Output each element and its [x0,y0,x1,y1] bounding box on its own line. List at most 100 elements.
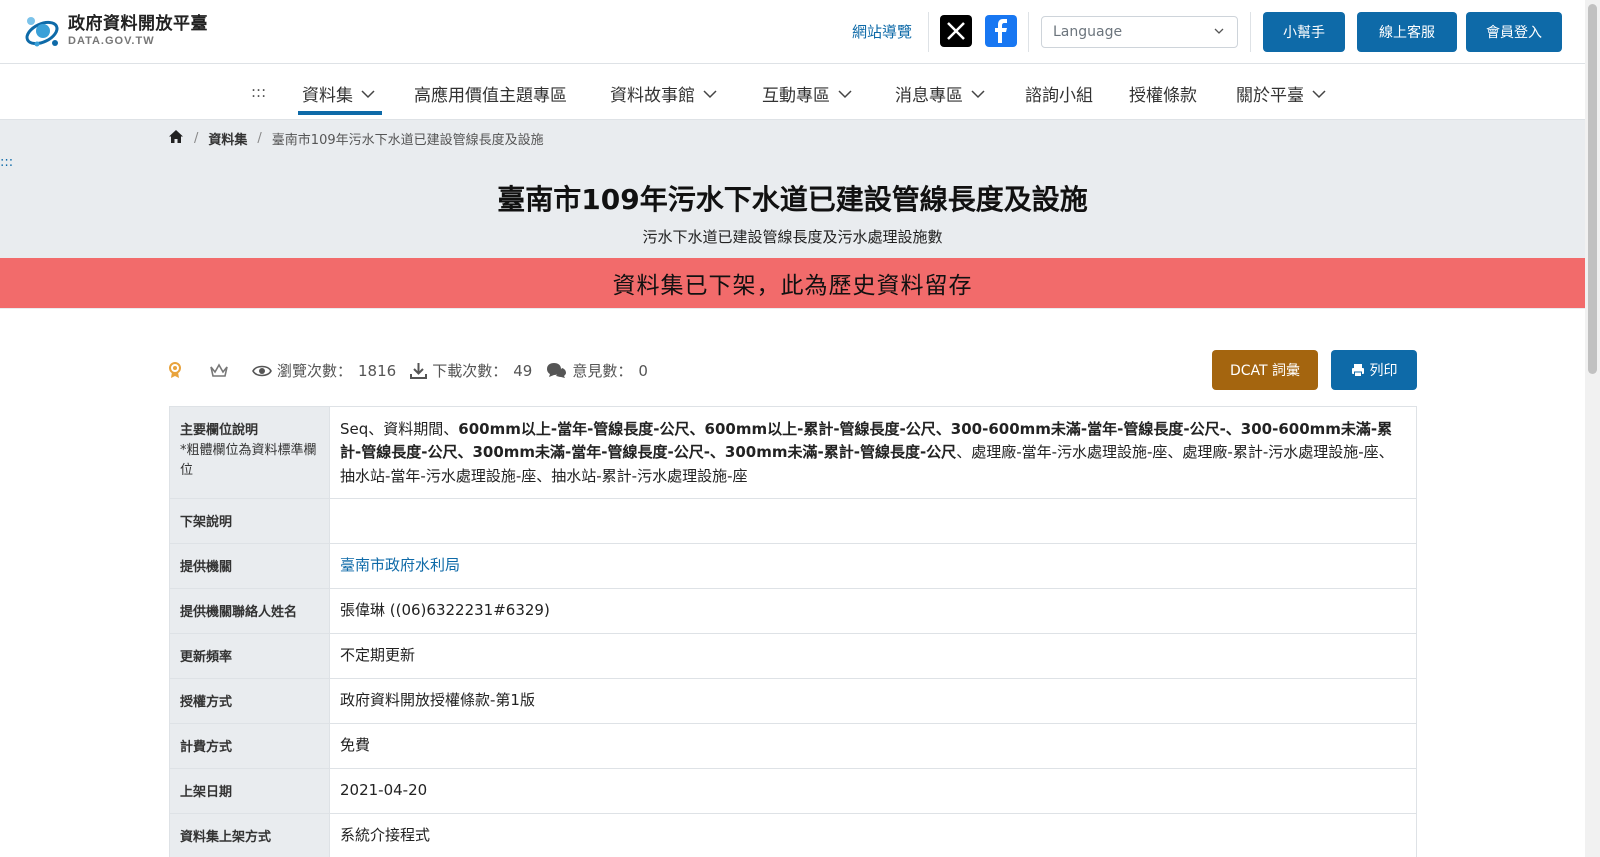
download-icon [410,363,428,379]
nav-item-interactive[interactable]: 互動專區 [762,81,852,106]
field-value: 不定期更新 [329,632,1417,679]
crown-icon [209,363,234,378]
nav-active-indicator [298,111,382,115]
x-twitter-icon[interactable] [940,15,972,47]
field-label-note: *粗體欄位為資料標準欄位 [180,443,317,478]
table-row: 提供機關 臺南市政府水利局 [169,542,1417,589]
field-value: 政府資料開放授權條款-第1版 [329,677,1417,724]
field-label: 提供機關聯絡人姓名 [169,587,330,634]
field-value: 臺南市政府水利局 [329,542,1417,589]
field-label: 下架說明 [169,497,330,544]
chevron-down-icon [703,89,717,98]
field-label: 提供機關 [169,542,330,589]
provider-agency-link[interactable]: 臺南市政府水利局 [340,556,460,574]
page-subtitle: 污水下水道已建設管線長度及污水處理設施數 [642,228,943,246]
field-value-main-columns: Seq、資料期間、600mm以上-當年-管線長度-公尺、600mm以上-累計-管… [329,406,1417,499]
nav-item-label: 互動專區 [762,86,830,106]
table-row: 資料集上架方式 系統介接程式 [169,812,1417,857]
comments-stat: 意見數： 0 [546,360,648,381]
downloads-label: 下載次數： [432,362,508,380]
breadcrumb-datasets-link[interactable]: 資料集 [208,129,247,148]
comments-label: 意見數： [572,362,633,380]
online-support-button[interactable]: 線上客服 [1357,12,1457,52]
print-label: 列印 [1369,363,1398,379]
site-logo[interactable]: 政府資料開放平臺 DATA.GOV.TW [22,11,208,51]
nav-item-label: 資料故事館 [610,86,695,106]
field-label-text: 主要欄位說明 [180,423,259,438]
nav-item-news[interactable]: 消息專區 [895,81,985,106]
field-value [329,497,1417,544]
main-columns-text: Seq、資料期間、 [340,420,459,438]
breadcrumb-separator: / [194,131,199,146]
nav-item-label: 高應用價值主題專區 [414,86,567,106]
nav-item-high-value[interactable]: 高應用價值主題專區 [414,81,567,106]
nav-item-label: 關於平臺 [1236,86,1304,106]
dcat-vocabulary-button[interactable]: DCAT 詞彙 [1212,350,1318,390]
downloads-count: 49 [513,361,533,380]
printer-icon [1351,364,1364,377]
chevron-down-icon [971,89,985,98]
logo-title: 政府資料開放平臺 [68,13,208,34]
breadcrumb-separator: / [257,131,262,146]
table-row: 更新頻率 不定期更新 [169,632,1417,679]
page-title: 臺南市109年污水下水道已建設管線長度及設施 [497,183,1088,216]
table-row: 授權方式 政府資料開放授權條款-第1版 [169,677,1417,724]
language-select[interactable]: Language [1041,16,1238,48]
nav-item-datasets[interactable]: 資料集 [302,81,375,106]
logo-subtitle: DATA.GOV.TW [68,34,155,47]
facebook-icon[interactable] [985,15,1017,47]
scrollbar-thumb[interactable] [1588,4,1597,374]
breadcrumb-current: 臺南市109年污水下水道已建設管線長度及設施 [271,133,544,148]
home-icon[interactable] [168,129,184,148]
chevron-down-icon [1312,89,1326,98]
table-row: 上架日期 2021-04-20 [169,767,1417,814]
field-label: 授權方式 [169,677,330,724]
site-header: 政府資料開放平臺 DATA.GOV.TW 網站導覽 Language 小幫手 線… [0,0,1585,64]
dataset-info-table: 主要欄位說明 *粗體欄位為資料標準欄位 Seq、資料期間、600mm以上-當年-… [169,406,1417,857]
nav-item-label: 諮詢小組 [1025,86,1093,106]
comments-count: 0 [638,361,648,380]
downloads-stat: 下載次數： 49 [410,360,532,381]
views-count: 1816 [358,361,397,380]
chevron-down-icon [838,89,852,98]
delisted-alert: 資料集已下架，此為歷史資料留存 [0,258,1585,308]
header-divider [928,12,929,52]
helper-button[interactable]: 小幫手 [1263,12,1345,52]
eye-icon [252,365,272,376]
nav-item-stories[interactable]: 資料故事館 [610,81,717,106]
table-row: 提供機關聯絡人姓名 張偉琳 ((06)6322231#6329) [169,587,1417,634]
nav-item-advisory[interactable]: 諮詢小組 [1025,81,1093,106]
field-value: 張偉琳 ((06)6322231#6329) [329,587,1417,634]
nav-item-license[interactable]: 授權條款 [1129,81,1197,106]
header-divider [1028,12,1029,52]
print-button[interactable]: 列印 [1331,350,1417,390]
header-divider [1250,12,1251,52]
field-value: 系統介接程式 [329,812,1417,857]
breadcrumb: / 資料集 / 臺南市109年污水下水道已建設管線長度及設施 [168,129,544,148]
award-badge-icon [168,362,187,379]
sitemap-link[interactable]: 網站導覽 [852,21,912,42]
content-accesskey[interactable]: ::: [0,155,13,170]
nav-item-label: 授權條款 [1129,86,1197,106]
field-label: 資料集上架方式 [169,812,330,857]
field-label: 主要欄位說明 *粗體欄位為資料標準欄位 [169,406,330,499]
nav-accesskey[interactable]: ::: [251,83,266,101]
nav-item-label: 消息專區 [895,86,963,106]
logo-globe-icon [22,11,64,51]
language-select-value: Language [1053,24,1123,40]
nav-item-label: 資料集 [302,86,353,106]
table-row: 計費方式 免費 [169,722,1417,769]
main-nav: ::: 資料集 高應用價值主題專區 資料故事館 互動專區 消息專區 諮詢小組 授… [0,64,1585,120]
dataset-stats: 瀏覽次數： 1816 下載次數： 49 意見數： 0 [168,360,662,381]
chevron-down-icon [1213,25,1225,41]
field-label: 上架日期 [169,767,330,814]
member-login-button[interactable]: 會員登入 [1466,12,1562,52]
table-row: 下架說明 [169,497,1417,544]
table-row: 主要欄位說明 *粗體欄位為資料標準欄位 Seq、資料期間、600mm以上-當年-… [169,406,1417,499]
field-value: 2021-04-20 [329,767,1417,814]
field-value: 免費 [329,722,1417,769]
views-label: 瀏覽次數： [277,362,353,380]
page-scrollbar[interactable] [1585,0,1600,857]
comments-icon [547,363,567,378]
nav-item-about[interactable]: 關於平臺 [1236,81,1326,106]
